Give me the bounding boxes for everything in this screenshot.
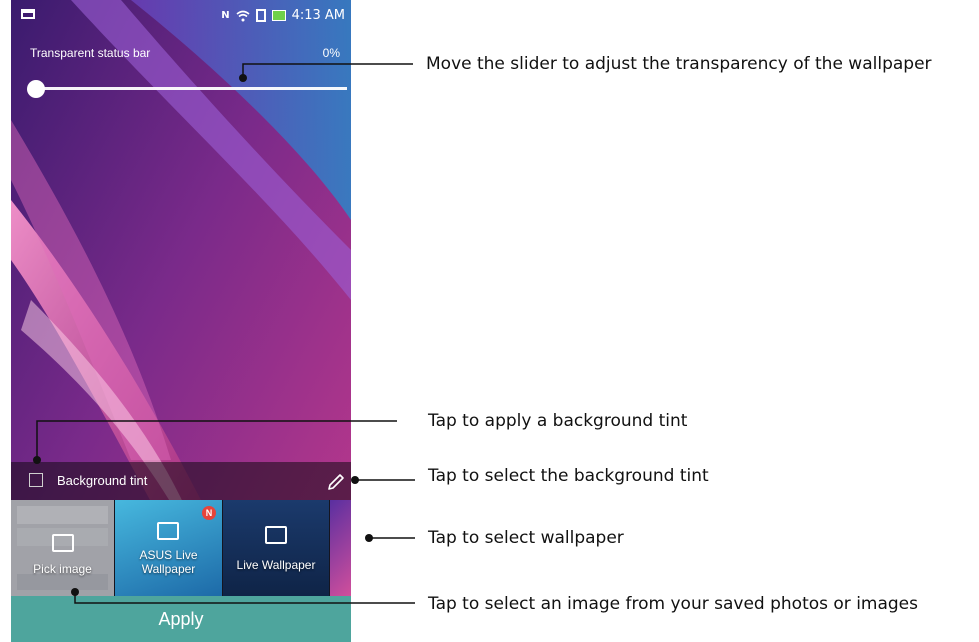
live-wallpaper-label: Live Wallpaper <box>236 558 316 572</box>
pick-image-label: Pick image <box>33 562 92 576</box>
status-icons: N 4:13 AM <box>221 8 345 23</box>
nfc-icon: N <box>221 10 230 21</box>
transparency-label: Transparent status bar <box>30 46 151 60</box>
background-tint-label: Background tint <box>57 473 148 488</box>
callout-tint-apply: Tap to apply a background tint <box>428 411 688 431</box>
apply-button[interactable]: Apply <box>11 596 351 642</box>
transparency-value: 0% <box>322 46 340 60</box>
status-bar: N 4:13 AM <box>11 0 351 34</box>
slider-thumb[interactable] <box>27 80 45 98</box>
pencil-icon[interactable] <box>326 472 346 492</box>
slider-track <box>33 87 347 90</box>
wallpaper-thumb-current[interactable] <box>330 500 351 596</box>
callout-tint-select: Tap to select the background tint <box>428 466 709 486</box>
wallpaper-strip: Pick image N ASUS Live Wallpaper Live Wa… <box>11 500 351 596</box>
background-tint-checkbox[interactable] <box>29 473 43 487</box>
image-icon <box>52 534 74 552</box>
wifi-icon <box>236 10 250 21</box>
sim-icon <box>255 9 266 22</box>
callout-slider: Move the slider to adjust the transparen… <box>426 54 932 74</box>
asus-live-wallpaper-label: ASUS Live Wallpaper <box>139 548 198 576</box>
wallpaper-thumb-live[interactable]: Live Wallpaper <box>223 500 329 596</box>
callout-dot-wallpaper <box>365 534 373 542</box>
wallpaper-thumb-asus-live[interactable]: N ASUS Live Wallpaper <box>115 500 222 596</box>
new-badge: N <box>202 506 216 520</box>
notification-icon <box>21 9 35 19</box>
status-time: 4:13 AM <box>291 8 345 23</box>
callout-dot-tint-select <box>351 476 359 484</box>
live-wallpaper-icon <box>157 522 179 540</box>
callout-wallpaper: Tap to select wallpaper <box>428 528 624 548</box>
background-tint-bar: Background tint <box>11 462 351 500</box>
phone-screen: N 4:13 AM Transparent status bar 0% Back… <box>11 0 351 642</box>
wallpaper-thumb-pick-image[interactable]: Pick image <box>11 500 114 596</box>
battery-icon <box>271 10 286 21</box>
live-wallpaper-icon <box>265 526 287 544</box>
transparency-slider[interactable] <box>27 80 347 98</box>
callout-image: Tap to select an image from your saved p… <box>428 594 918 614</box>
